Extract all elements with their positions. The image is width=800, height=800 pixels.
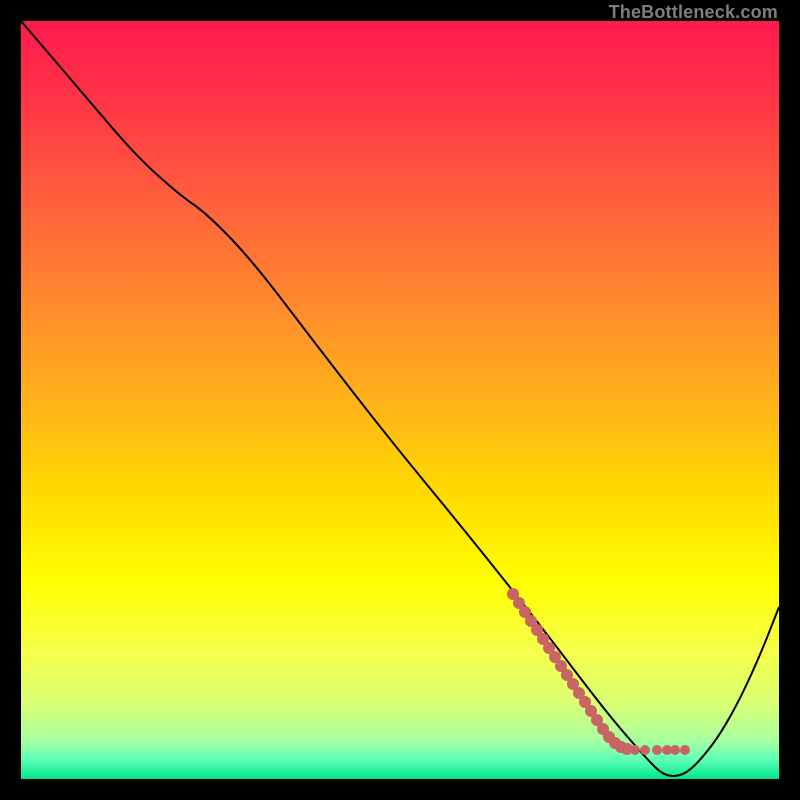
gradient-background	[21, 21, 779, 779]
watermark-text: TheBottleneck.com	[609, 2, 778, 23]
bottleneck-chart	[21, 21, 779, 779]
